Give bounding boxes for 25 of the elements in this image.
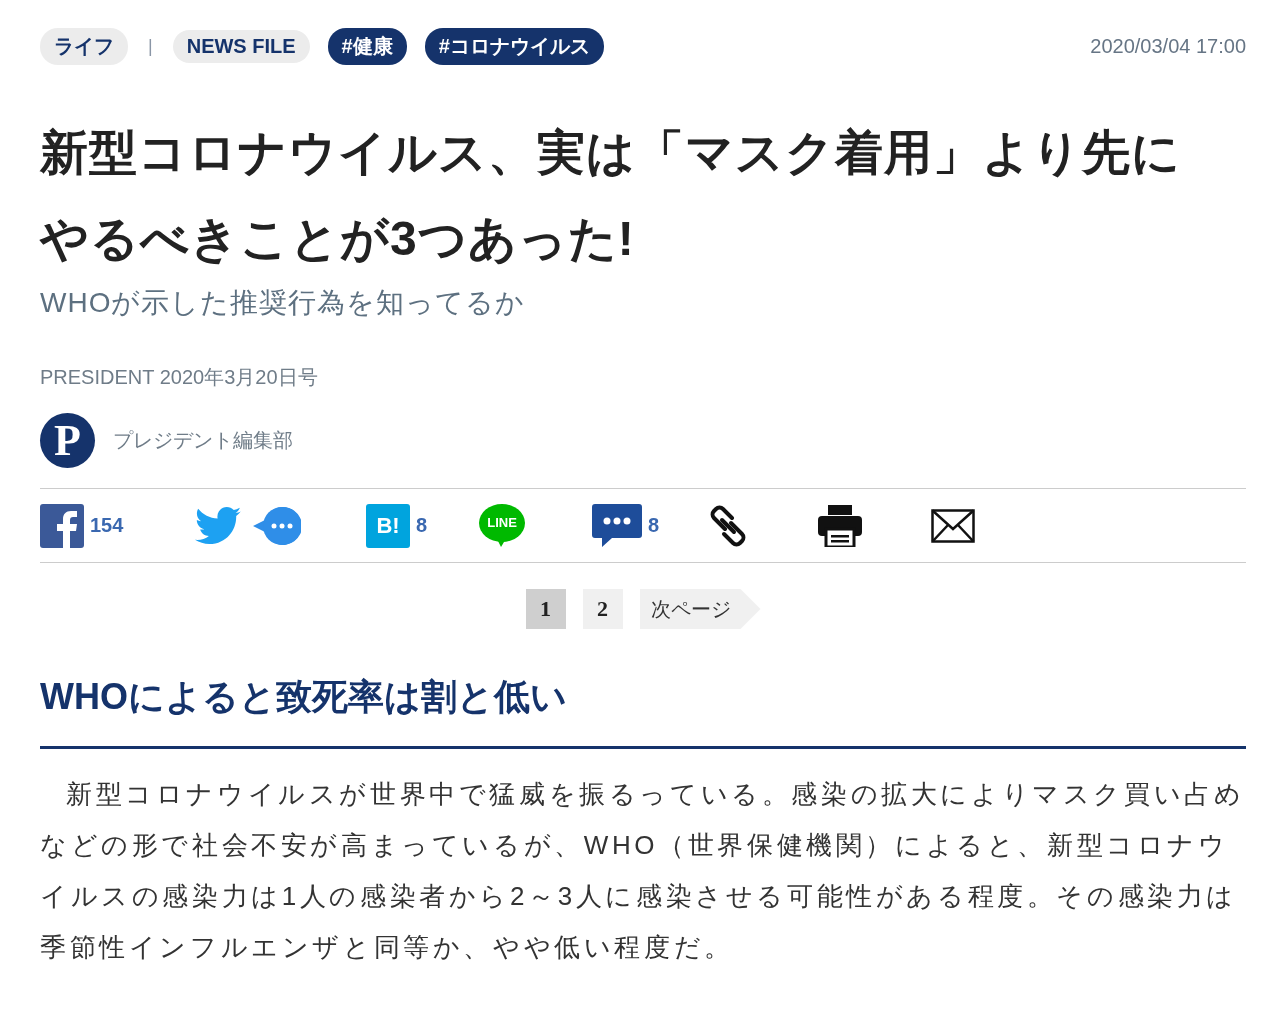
page-button[interactable]: 1	[525, 589, 566, 629]
separator: |	[147, 35, 154, 57]
next-page-button[interactable]: 次ページ	[639, 589, 761, 629]
page-button[interactable]: 2	[582, 589, 623, 629]
mail-icon[interactable]	[931, 508, 975, 543]
category-tag[interactable]: ライフ	[40, 27, 128, 65]
article-subtitle: WHOが示した推奨行為を知ってるか	[40, 286, 527, 320]
publish-date: 2020/03/04 17:00	[1090, 34, 1246, 58]
publisher-logo: P	[40, 413, 95, 468]
category-tag[interactable]: NEWS FILE	[172, 29, 310, 63]
printer-icon[interactable]	[818, 504, 862, 547]
hashtag-link[interactable]: #健康	[327, 27, 407, 65]
share-count: 154	[90, 514, 124, 537]
comment-icon[interactable]	[592, 503, 642, 548]
facebook-icon[interactable]	[40, 503, 84, 548]
share-count: 8	[648, 514, 660, 537]
author-link[interactable]: プレジデント編集部	[113, 427, 293, 454]
section-heading: WHOによると致死率は割と低い	[40, 673, 1246, 749]
hashtag-link[interactable]: #コロナウイルス	[424, 27, 604, 65]
body-paragraph: 新型コロナウイルスが世界中で猛威を振るっている。感染の拡大によりマスク買い占めなどの形で社会不安が高まっているが、WHO（世界保健機関）によると、新型コロナウイルスの感染力は1人の感染者から2～3人に感染させる可能性がある程度。その感染力は季節性インフルエンザと同等か、やや低い程度だ。	[40, 778, 1246, 964]
publication-issue: PRESIDENT 2020年3月20日号	[40, 365, 319, 390]
share-count: 8	[416, 514, 428, 537]
comment-bubble-icon[interactable]	[253, 506, 301, 545]
article-title: 新型コロナウイルス、実は「マスク着用」より先にやるべきことが3つあった!	[40, 125, 1182, 267]
bird-icon[interactable]	[195, 506, 241, 545]
